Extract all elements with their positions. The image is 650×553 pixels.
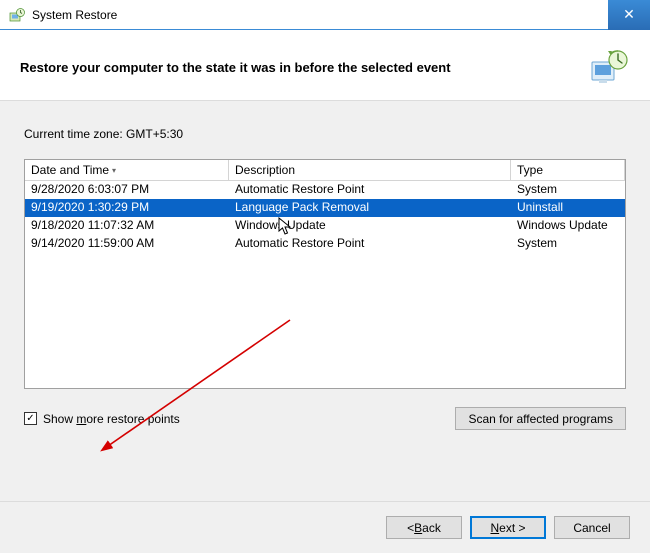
cell-date: 9/14/2020 11:59:00 AM bbox=[25, 235, 229, 253]
cell-description: Language Pack Removal bbox=[229, 199, 511, 217]
cell-date: 9/28/2020 6:03:07 PM bbox=[25, 181, 229, 199]
cell-date: 9/19/2020 1:30:29 PM bbox=[25, 199, 229, 217]
window-title: System Restore bbox=[32, 8, 608, 22]
column-header-type[interactable]: Type bbox=[511, 160, 625, 180]
cell-description: Automatic Restore Point bbox=[229, 181, 511, 199]
table-row[interactable]: 9/19/2020 1:30:29 PMLanguage Pack Remova… bbox=[25, 199, 625, 217]
cell-description: Automatic Restore Point bbox=[229, 235, 511, 253]
app-icon bbox=[8, 6, 26, 24]
sort-indicator-icon: ▾ bbox=[112, 166, 116, 175]
column-desc-label: Description bbox=[235, 163, 295, 177]
restore-art-icon bbox=[588, 48, 630, 86]
titlebar: System Restore ✕ bbox=[0, 0, 650, 30]
close-icon: ✕ bbox=[623, 6, 635, 23]
cell-type: System bbox=[511, 181, 625, 199]
wizard-footer: < Back Next > Cancel bbox=[0, 501, 650, 553]
cell-type: System bbox=[511, 235, 625, 253]
next-button[interactable]: Next > bbox=[470, 516, 546, 539]
show-more-checkbox[interactable]: ✓ Show more restore points bbox=[24, 412, 180, 426]
cancel-button[interactable]: Cancel bbox=[554, 516, 630, 539]
window-body: Restore your computer to the state it wa… bbox=[0, 30, 650, 553]
table-row[interactable]: 9/28/2020 6:03:07 PMAutomatic Restore Po… bbox=[25, 181, 625, 199]
column-header-description[interactable]: Description bbox=[229, 160, 511, 180]
column-type-label: Type bbox=[517, 163, 543, 177]
page-subtitle: Restore your computer to the state it wa… bbox=[20, 60, 576, 75]
header-strip: Restore your computer to the state it wa… bbox=[0, 30, 650, 101]
column-date-label: Date and Time bbox=[31, 163, 109, 177]
scan-affected-button[interactable]: Scan for affected programs bbox=[455, 407, 626, 430]
close-button[interactable]: ✕ bbox=[608, 0, 650, 30]
cell-type: Windows Update bbox=[511, 217, 625, 235]
timezone-label: Current time zone: GMT+5:30 bbox=[24, 127, 626, 141]
show-more-label: Show more restore points bbox=[43, 412, 180, 426]
table-row[interactable]: 9/18/2020 11:07:32 AMWindows UpdateWindo… bbox=[25, 217, 625, 235]
column-header-date[interactable]: Date and Time ▾ bbox=[25, 160, 229, 180]
cell-type: Uninstall bbox=[511, 199, 625, 217]
cell-date: 9/18/2020 11:07:32 AM bbox=[25, 217, 229, 235]
list-header: Date and Time ▾ Description Type bbox=[25, 160, 625, 181]
table-row[interactable]: 9/14/2020 11:59:00 AMAutomatic Restore P… bbox=[25, 235, 625, 253]
back-button[interactable]: < Back bbox=[386, 516, 462, 539]
checkbox-box-icon: ✓ bbox=[24, 412, 37, 425]
restore-points-listview[interactable]: Date and Time ▾ Description Type 9/28/20… bbox=[24, 159, 626, 389]
cell-description: Windows Update bbox=[229, 217, 511, 235]
